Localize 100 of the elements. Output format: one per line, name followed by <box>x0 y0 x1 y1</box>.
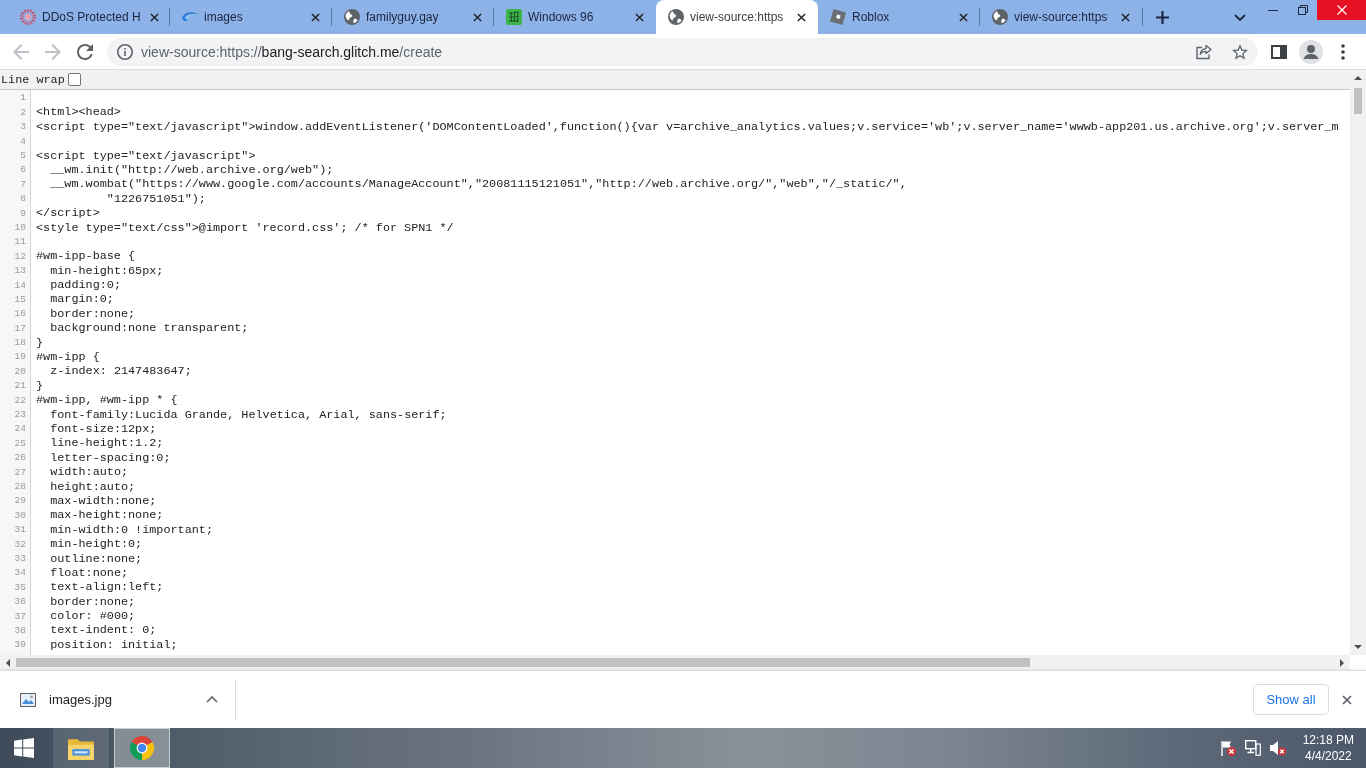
code-line: } <box>36 378 44 393</box>
code-line: position: initial; <box>50 637 178 652</box>
code-line: #wm-ipp, #wm-ipp * { <box>36 393 178 408</box>
line-number: 39 <box>14 640 26 650</box>
restore-icon <box>1297 5 1308 15</box>
profile-button[interactable] <box>1297 37 1325 66</box>
code-line: padding:0; <box>50 278 121 293</box>
tab[interactable]: DDoS Protected H <box>8 0 170 34</box>
line-number: 19 <box>14 352 26 362</box>
close-icon <box>150 12 160 22</box>
tab[interactable]: Roblox <box>818 0 980 34</box>
line-number: 25 <box>14 438 26 449</box>
taskbar-app-button[interactable] <box>53 728 109 768</box>
close-icon <box>472 12 482 22</box>
sunburst-icon <box>20 9 36 25</box>
vertical-scrollbar[interactable] <box>1350 70 1366 655</box>
network-icon[interactable] <box>1244 740 1261 756</box>
side-panel-icon <box>1271 44 1287 59</box>
scrollbar-thumb[interactable] <box>16 658 1030 667</box>
chevron-down-icon <box>1234 13 1246 21</box>
line-number: 32 <box>14 539 26 550</box>
line-number: 21 <box>14 381 26 391</box>
plus-icon <box>1155 10 1169 24</box>
line-number: 10 <box>14 222 26 233</box>
line-number: 17 <box>14 323 26 334</box>
menu-icon <box>1341 43 1345 60</box>
code-line: font-family:Lucida Grande, Helvetica, Arial, sans-serif; <box>50 407 447 422</box>
code-line: <html><head> <box>36 105 121 120</box>
download-item[interactable]: images.jpg <box>8 677 198 722</box>
right-triangle-icon[interactable] <box>1340 658 1344 667</box>
line-number: 35 <box>14 582 26 593</box>
down-triangle-icon[interactable] <box>1354 645 1362 649</box>
address-bar[interactable]: view-source:https://bang-search.glitch.me/create <box>107 37 1258 66</box>
globe-icon <box>992 9 1008 25</box>
close-icon <box>310 12 320 22</box>
line-number: 15 <box>14 294 26 305</box>
code-line: width:auto; <box>50 465 129 480</box>
code-line: max-height:none; <box>50 508 164 523</box>
globe-icon <box>668 9 684 25</box>
code-line: font-size:12px; <box>50 422 157 436</box>
code-line: <script type="text/javascript">window.addEventListener('DOMContentLoaded',function(){var v=archive_analytics.values;v.service='wb';v.server_name='wwwb-app201.us.archive.org';v.server_m <box>36 119 1339 134</box>
scrollbar-thumb[interactable] <box>1354 88 1362 114</box>
code-line: text-align:left; <box>50 580 164 595</box>
folder-icon <box>68 736 94 760</box>
line-wrap-checkbox[interactable] <box>67 73 81 86</box>
url-text: view-source:https://bang-search.glitch.me/create <box>141 43 443 60</box>
line-number: 20 <box>14 366 26 377</box>
line-number: 16 <box>14 309 26 319</box>
code-line: </script> <box>36 206 100 221</box>
line-number: 13 <box>14 266 26 276</box>
globe-icon <box>344 9 360 25</box>
close-icon <box>796 12 806 22</box>
line-number: 37 <box>14 611 26 621</box>
line-wrap-label: Line wrap <box>1 72 65 87</box>
code-line: border:none; <box>50 306 136 321</box>
line-number: 33 <box>14 553 26 564</box>
code-line: __wm.init("http://web.archive.org/web"); <box>50 162 334 177</box>
line-number: 11 <box>14 237 26 247</box>
tab[interactable]: familyguy.gay <box>332 0 494 34</box>
horizontal-scrollbar[interactable] <box>0 655 1350 670</box>
code-line: "1226751051"); <box>106 191 206 206</box>
avatar-icon <box>1299 39 1323 64</box>
code-line: max-width:none; <box>50 493 157 508</box>
code-line: } <box>36 335 44 350</box>
muted-speaker-icon[interactable] <box>1269 740 1286 756</box>
code-line: <style type="text/css">@import 'record.css'; /* for SPN1 */ <box>36 220 454 235</box>
chevron-up-icon <box>206 696 218 703</box>
left-triangle-icon[interactable] <box>6 658 10 667</box>
line-number: 30 <box>14 510 26 521</box>
flag-icon[interactable] <box>1219 740 1236 756</box>
code-line: margin:0; <box>50 292 114 307</box>
line-number: 5 <box>20 151 26 161</box>
show-all-button[interactable]: Show all <box>1253 684 1329 715</box>
four-panes-icon <box>14 738 34 758</box>
line-number: 4 <box>20 136 26 147</box>
code-line: min-height:0; <box>50 537 143 552</box>
tab[interactable]: images <box>170 0 332 34</box>
code-line: letter-spacing:0; <box>50 450 171 465</box>
line-number: 8 <box>20 194 26 204</box>
tab[interactable]: view-source:https <box>980 0 1142 34</box>
code-line: min-width:0 !important; <box>50 522 213 537</box>
line-number: 12 <box>14 251 26 262</box>
tab[interactable]: Windows 96 <box>494 0 656 34</box>
line-number: 23 <box>14 410 26 420</box>
minimize-icon <box>1267 9 1278 11</box>
line-number: 38 <box>14 625 26 636</box>
code-line: border:none; <box>50 594 136 609</box>
up-triangle-icon[interactable] <box>1354 76 1362 80</box>
line-number: 28 <box>14 482 26 492</box>
reload-icon <box>77 43 93 60</box>
line-number: 3 <box>20 122 26 132</box>
tab[interactable]: view-source:https <box>656 0 818 34</box>
close-icon <box>958 12 968 22</box>
clock-date[interactable]: 4/4/2022 <box>1304 748 1352 764</box>
code-line: text-indent: 0; <box>50 623 157 638</box>
clock-time[interactable]: 12:18 PM <box>1302 732 1354 748</box>
grid-icon <box>506 9 522 25</box>
line-number: 9 <box>20 208 26 219</box>
taskbar-app-button[interactable] <box>114 728 170 768</box>
code-line: z-index: 2147483647; <box>50 364 192 379</box>
